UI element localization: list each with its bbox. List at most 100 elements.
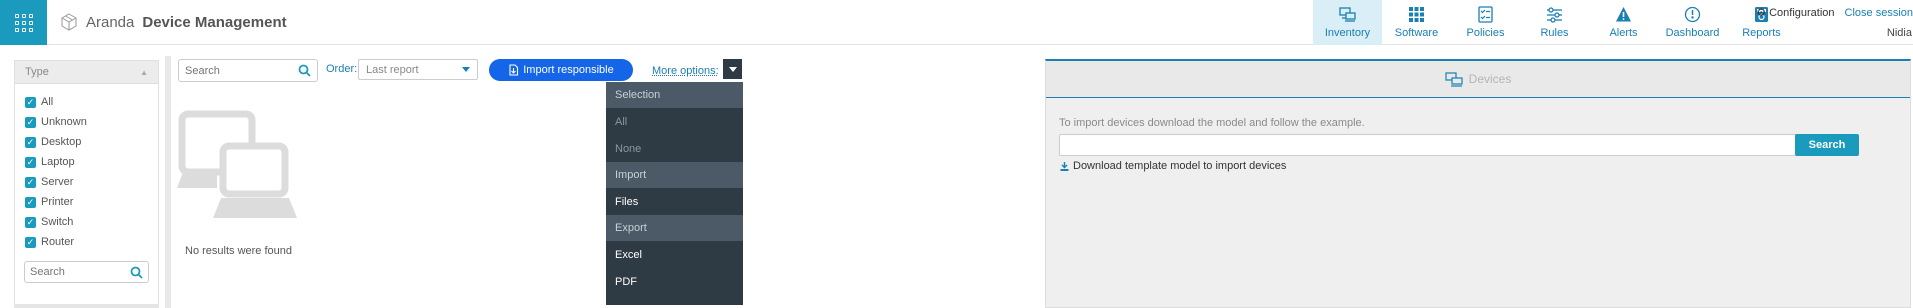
type-search-input[interactable]	[30, 266, 130, 278]
panel-divider[interactable]	[165, 56, 171, 308]
panel-footer-strip	[14, 304, 159, 308]
type-option-all[interactable]: ✓ All	[25, 92, 158, 112]
menu-section-export: Export	[606, 215, 743, 241]
type-filter-title: Type	[25, 66, 49, 78]
import-search-button[interactable]: Search	[1795, 134, 1859, 156]
alerts-icon	[1616, 7, 1631, 22]
import-devices-panel: Devices To import devices download the m…	[1045, 59, 1911, 308]
import-responsible-button[interactable]: Import responsible	[489, 59, 633, 81]
main-nav: Inventory Software Policies Rules Alerts…	[1313, 0, 1796, 45]
menu-section-import: Import	[606, 162, 743, 188]
user-name: Nidia	[1886, 27, 1912, 39]
checkbox-checked-icon: ✓	[25, 156, 36, 168]
menu-item-import-files[interactable]: Files	[606, 188, 743, 215]
no-results-message: No results were found	[185, 245, 292, 257]
download-template-label: Download template model to import device…	[1073, 160, 1287, 172]
device-search-input[interactable]	[185, 64, 295, 77]
nav-policies[interactable]: Policies	[1451, 0, 1520, 45]
search-icon[interactable]	[130, 266, 143, 279]
type-option-server[interactable]: ✓ Server	[25, 172, 158, 192]
import-file-icon	[509, 64, 519, 76]
type-option-label: Switch	[41, 216, 74, 228]
dashboard-icon	[1684, 6, 1701, 23]
devices-empty-illustration-icon	[177, 110, 297, 218]
configuration-link[interactable]: ⚙ Configuration	[1756, 6, 1835, 20]
more-options-button[interactable]	[723, 59, 742, 79]
nav-label: Reports	[1742, 27, 1781, 39]
checkbox-checked-icon: ✓	[25, 96, 36, 108]
nav-inventory[interactable]: Inventory	[1313, 0, 1382, 45]
software-icon	[1409, 7, 1424, 22]
type-option-label: All	[41, 96, 54, 108]
nav-alerts[interactable]: Alerts	[1589, 0, 1658, 45]
menu-item-select-all[interactable]: All	[606, 108, 743, 135]
checkbox-checked-icon: ✓	[25, 216, 36, 228]
brand-name: Aranda	[86, 13, 135, 31]
gear-icon: ⚙	[1756, 7, 1767, 19]
configuration-label: Configuration	[1769, 6, 1835, 19]
menu-section-selection: Selection	[606, 82, 743, 108]
checkbox-checked-icon: ✓	[25, 196, 36, 208]
type-option-label: Unknown	[41, 116, 87, 128]
brand-product: Device Management	[142, 13, 287, 31]
type-option-desktop[interactable]: ✓ Desktop	[25, 132, 158, 152]
more-options-menu: Selection All None Import Files Export E…	[606, 82, 743, 305]
type-filter-list: ✓ All ✓ Unknown ✓ Desktop ✓ Laptop ✓ Server ✓…	[15, 84, 158, 252]
menu-item-select-none[interactable]: None	[606, 135, 743, 162]
order-select-value: Last report	[366, 63, 419, 76]
nav-label: Dashboard	[1665, 27, 1720, 39]
download-template-link[interactable]: Download template model to import device…	[1060, 160, 1286, 172]
session-links: ⚙ Configuration Close session	[1756, 6, 1913, 20]
type-option-label: Desktop	[41, 136, 82, 148]
collapse-caret-icon: ▲	[140, 67, 148, 77]
nav-rules[interactable]: Rules	[1520, 0, 1589, 45]
rules-icon	[1547, 7, 1562, 23]
type-option-printer[interactable]: ✓ Printer	[25, 192, 158, 212]
type-option-label: Router	[41, 236, 75, 248]
cube-logo-icon	[61, 13, 77, 31]
order-select[interactable]: Last report	[358, 59, 478, 80]
order-label: Order:	[326, 63, 358, 75]
search-icon[interactable]	[298, 64, 311, 77]
checkbox-checked-icon: ✓	[25, 116, 36, 128]
type-filter-header[interactable]: Type ▲	[15, 61, 158, 84]
type-option-unknown[interactable]: ✓ Unknown	[25, 112, 158, 132]
type-search-box	[24, 261, 149, 283]
app-brand: Aranda Device Management	[60, 13, 287, 31]
inventory-icon	[1339, 7, 1356, 22]
type-option-switch[interactable]: ✓ Switch	[25, 212, 158, 232]
tab-devices-label: Devices	[1468, 72, 1512, 86]
nav-label: Policies	[1466, 27, 1505, 39]
caret-down-icon	[728, 66, 737, 72]
close-session-link[interactable]: Close session	[1845, 7, 1913, 19]
menu-item-export-excel[interactable]: Excel	[606, 241, 743, 268]
import-instructions: To import devices download the model and…	[1059, 117, 1365, 129]
chevron-down-icon	[462, 67, 470, 72]
checkbox-checked-icon: ✓	[25, 236, 36, 248]
import-file-field[interactable]	[1059, 134, 1801, 156]
apps-grid-icon	[14, 13, 33, 32]
type-option-label: Server	[41, 176, 74, 188]
type-option-router[interactable]: ✓ Router	[25, 232, 158, 252]
type-option-laptop[interactable]: ✓ Laptop	[25, 152, 158, 172]
nav-dashboard[interactable]: Dashboard	[1658, 0, 1727, 45]
nav-label: Software	[1394, 27, 1439, 39]
nav-software[interactable]: Software	[1382, 0, 1451, 45]
policies-icon	[1478, 6, 1493, 23]
device-search-box	[178, 59, 318, 82]
checkbox-checked-icon: ✓	[25, 176, 36, 188]
type-filter-panel: Type ▲ ✓ All ✓ Unknown ✓ Desktop ✓ Laptop ✓ S…	[14, 60, 159, 308]
nav-label: Inventory	[1324, 27, 1371, 39]
more-options-label[interactable]: More options:	[652, 65, 719, 77]
menu-item-export-pdf[interactable]: PDF	[606, 268, 743, 295]
nav-label: Alerts	[1609, 27, 1638, 39]
checkbox-checked-icon: ✓	[25, 136, 36, 148]
download-icon	[1060, 161, 1069, 171]
type-option-label: Laptop	[41, 156, 75, 168]
apps-menu-button[interactable]	[0, 0, 47, 45]
devices-icon	[1445, 71, 1463, 87]
type-option-label: Printer	[41, 196, 74, 208]
app-header: Aranda Device Management Inventory Softw…	[0, 0, 1913, 45]
import-responsible-label: Import responsible	[523, 64, 614, 76]
tab-devices[interactable]: Devices	[1046, 61, 1910, 98]
